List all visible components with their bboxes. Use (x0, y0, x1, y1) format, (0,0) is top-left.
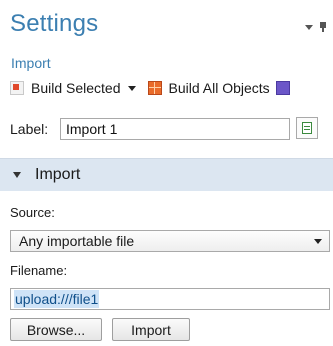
menu-dropdown-icon[interactable] (305, 24, 313, 30)
source-selected-value: Any importable file (19, 233, 135, 249)
browse-button[interactable]: Browse... (10, 318, 102, 341)
window-controls (305, 22, 327, 32)
source-label: Source: (10, 205, 55, 220)
settings-title: Settings (10, 10, 99, 37)
build-selected-button[interactable]: Build Selected (10, 80, 121, 96)
toolbar: Build Selected Build All Objects (10, 78, 297, 98)
build-selected-icon (10, 81, 24, 95)
build-selected-label: Build Selected (31, 80, 121, 96)
pin-icon[interactable] (319, 22, 327, 32)
chevron-down-icon (314, 239, 322, 244)
build-all-icon (147, 81, 162, 95)
more-toolbar-icon[interactable] (275, 81, 290, 95)
filename-input[interactable]: upload:///file1 (10, 288, 330, 310)
build-all-label: Build All Objects (168, 80, 270, 96)
section-header-import[interactable]: Import (0, 158, 333, 191)
filename-label: Filename: (10, 263, 68, 278)
filename-value: upload:///file1 (14, 290, 100, 308)
build-all-objects-button[interactable]: Build All Objects (147, 80, 270, 96)
label-input[interactable] (60, 118, 290, 140)
import-button[interactable]: Import (112, 318, 190, 341)
label-field-label: Label: (10, 121, 49, 137)
edit-label-icon[interactable] (296, 117, 318, 139)
label-row: Label: (10, 118, 290, 140)
build-selected-dropdown-icon[interactable] (127, 85, 136, 91)
section-title: Import (35, 166, 81, 183)
source-select[interactable]: Any importable file (10, 230, 330, 252)
chevron-down-icon (13, 172, 21, 178)
node-subtitle: Import (11, 55, 51, 71)
